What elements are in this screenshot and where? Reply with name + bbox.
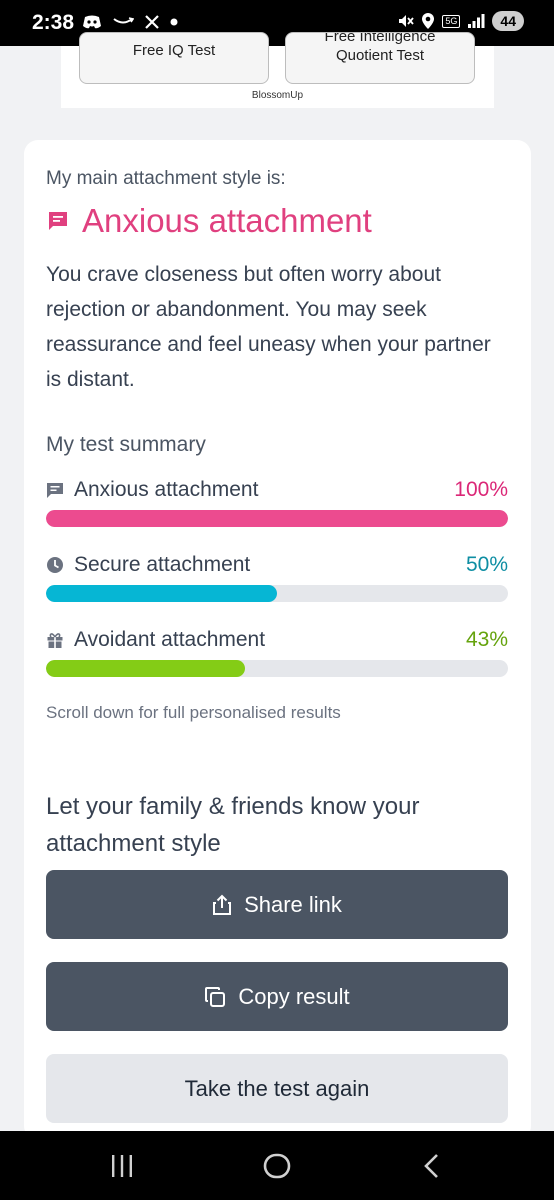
progress-track <box>46 585 508 602</box>
share-link-label: Share link <box>244 891 342 917</box>
share-link-button[interactable]: Share link <box>46 870 508 939</box>
system-icons: 5G 44 <box>396 11 524 31</box>
progress-fill <box>46 585 277 602</box>
location-icon <box>422 13 435 29</box>
navigation-bar <box>0 1131 554 1200</box>
share-heading: Let your family & friends know your atta… <box>46 793 420 857</box>
chat-icon <box>47 483 63 498</box>
discord-icon <box>83 15 101 29</box>
scroll-note: Scroll down for full personalised result… <box>46 703 341 722</box>
amazon-icon <box>113 17 134 24</box>
ad-button-2-line1: Free Intelligence <box>324 32 436 45</box>
message-icon <box>49 212 67 230</box>
status-time: 2:38 <box>32 11 75 34</box>
summary-row-avoidant: Avoidant attachment 43% <box>46 628 508 677</box>
main-style-label: My main attachment style is: <box>46 168 286 189</box>
share-icon <box>213 894 232 915</box>
recent-apps-icon[interactable] <box>110 1153 134 1179</box>
summary-label: My test summary <box>46 433 206 456</box>
main-style-title: Anxious attachment <box>46 202 508 240</box>
style-description: You crave closeness but often worry abou… <box>46 263 491 391</box>
summary-row-anxious: Anxious attachment 100% <box>46 478 508 527</box>
progress-fill <box>46 660 245 677</box>
ad-brand: BlossomUp <box>251 90 304 101</box>
copy-result-button[interactable]: Copy result <box>46 962 508 1031</box>
retake-test-button[interactable]: Take the test again <box>46 1054 508 1123</box>
result-card: My main attachment style is: Anxious att… <box>24 140 531 1140</box>
back-icon[interactable] <box>422 1153 442 1179</box>
dot-icon <box>170 18 178 26</box>
ad-banner[interactable]: Free IQ Test Free Intelligence Quotient … <box>61 32 494 108</box>
ad-button-2-line2: Quotient Test <box>335 47 425 64</box>
ad-button-iq-quotient[interactable]: Free Intelligence Quotient Test <box>285 32 475 84</box>
summary-item-percent: 50% <box>465 553 508 576</box>
battery-level: 44 <box>492 11 524 31</box>
retake-test-label: Take the test again <box>184 1075 370 1101</box>
summary-row-secure: Secure attachment 50% <box>46 553 508 602</box>
home-icon[interactable] <box>263 1153 291 1179</box>
signal-icon <box>468 14 485 28</box>
copy-result-label: Copy result <box>238 983 350 1009</box>
summary-item-name: Avoidant attachment <box>74 628 266 651</box>
main-style-name: Anxious attachment <box>82 202 372 239</box>
x-icon <box>145 15 159 29</box>
summary-item-percent: 100% <box>454 478 508 501</box>
progress-track <box>46 660 508 677</box>
summary-item-name: Secure attachment <box>74 553 251 576</box>
ad-button-1-label: Free IQ Test <box>132 42 216 59</box>
summary-item-name: Anxious attachment <box>74 478 259 501</box>
summary-item-percent: 43% <box>465 628 508 651</box>
copy-icon <box>205 986 226 1007</box>
gift-icon <box>47 633 63 648</box>
mute-icon <box>399 15 415 27</box>
progress-track <box>46 510 508 527</box>
progress-fill <box>46 510 508 527</box>
notification-icons <box>82 14 178 30</box>
network-type: 5G <box>442 14 461 28</box>
clock-icon <box>47 557 63 573</box>
ad-button-iq-test[interactable]: Free IQ Test <box>79 32 269 84</box>
